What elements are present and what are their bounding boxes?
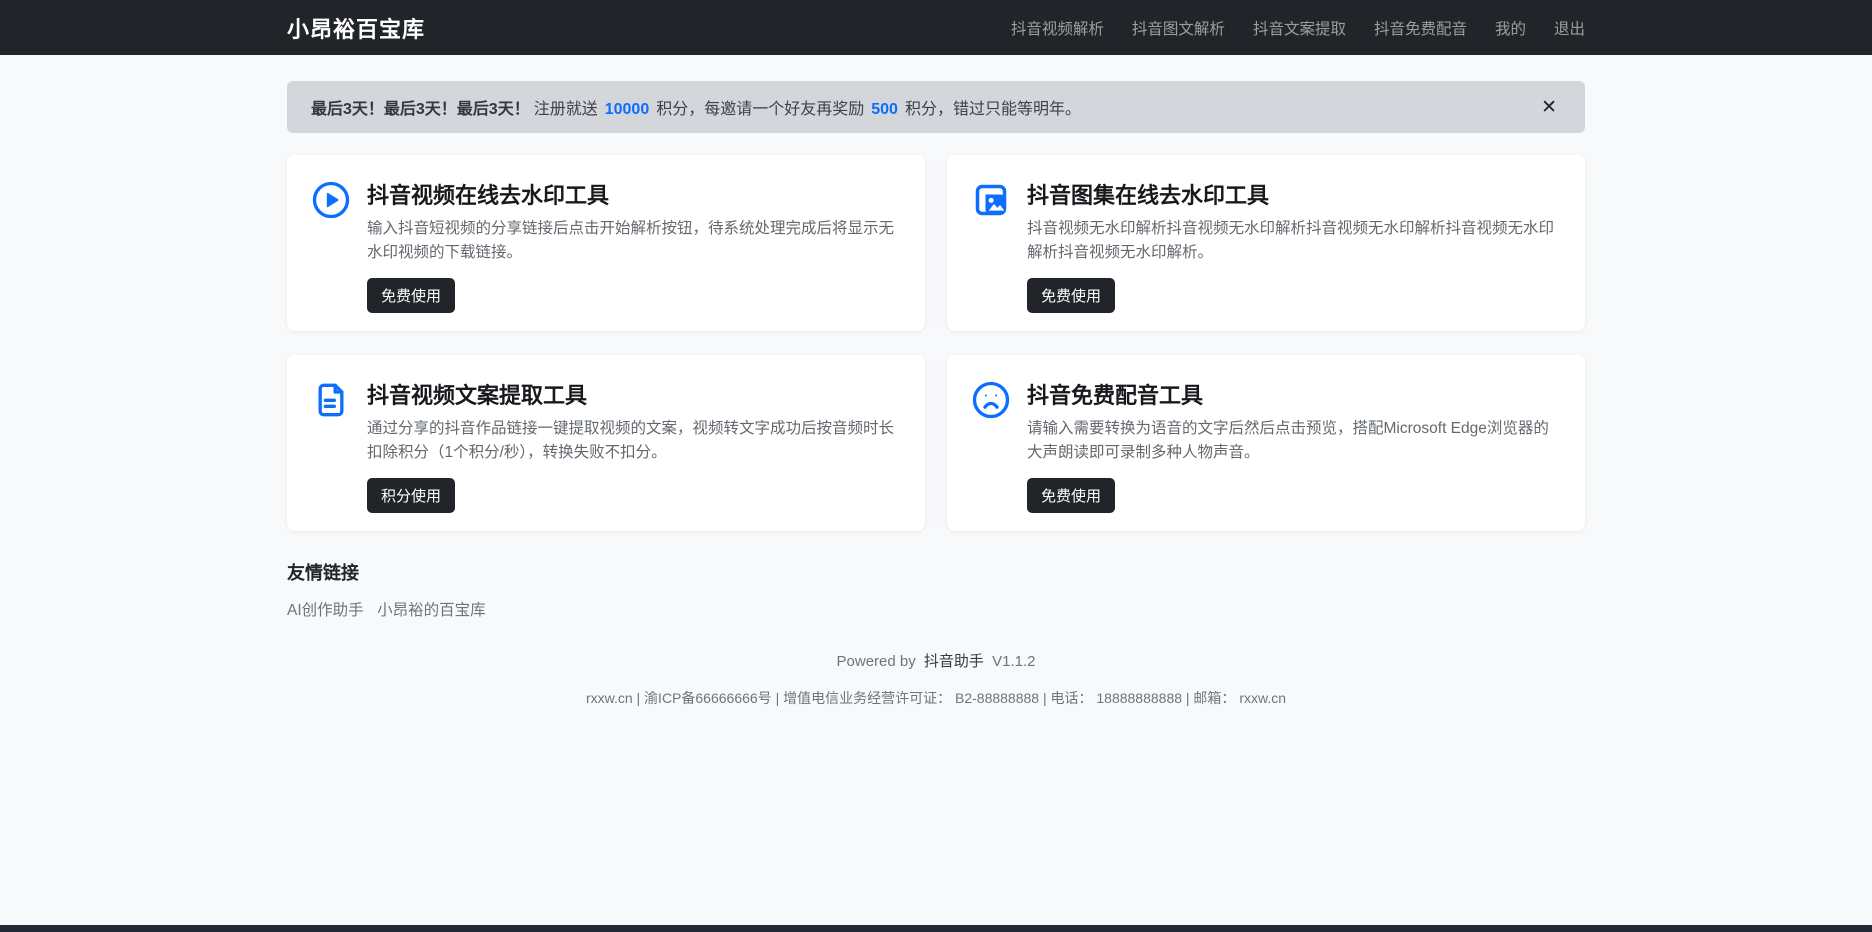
card-description: 通过分享的抖音作品链接一键提取视频的文案，视频转文字成功后按音频时长扣除积分（1… — [367, 420, 895, 462]
banner-end-text: 积分，错过只能等明年。 — [904, 101, 1081, 118]
banner-mid-text: 积分，每邀请一个好友再奖励 — [656, 101, 865, 118]
nav-item-copy-extract[interactable]: 抖音文案提取 — [1253, 17, 1346, 39]
free-use-button[interactable]: 免费使用 — [1027, 278, 1116, 314]
card-copy-extract: 抖音视频文案提取工具 通过分享的抖音作品链接一键提取视频的文案，视频转文字成功后… — [287, 355, 925, 532]
nav-item-free-dub[interactable]: 抖音免费配音 — [1374, 17, 1467, 39]
window-bottom-edge — [0, 925, 1872, 932]
card-description: 请输入需要转换为语音的文字后然后点击预览，搭配Microsoft Edge浏览器… — [1027, 420, 1549, 462]
banner-invite-points: 500 — [871, 101, 898, 118]
brand-title[interactable]: 小昂裕百宝库 — [287, 12, 425, 44]
nav-item-video-parse[interactable]: 抖音视频解析 — [1011, 17, 1104, 39]
banner-bold-text: 最后3天！最后3天！最后3天！ — [311, 101, 530, 118]
friend-link-ai-assistant[interactable]: AI创作助手 — [287, 602, 364, 619]
friend-link-treasure[interactable]: 小昂裕的百宝库 — [377, 602, 486, 619]
banner-register-text: 注册就送 — [533, 101, 598, 118]
nav-item-my[interactable]: 我的 — [1495, 17, 1526, 39]
card-free-dub: 抖音免费配音工具 请输入需要转换为语音的文字后然后点击预览，搭配Microsof… — [947, 355, 1585, 532]
card-image-watermark: 抖音图集在线去水印工具 抖音视频无水印解析抖音视频无水印解析抖音视频无水印解析抖… — [947, 155, 1585, 332]
card-video-watermark: 抖音视频在线去水印工具 输入抖音短视频的分享链接后点击开始解析按钮，待系统处理完… — [287, 155, 925, 332]
friend-links-section: 友情链接 AI创作助手 小昂裕的百宝库 — [287, 559, 1585, 620]
page: 小昂裕百宝库 抖音视频解析 抖音图文解析 抖音文案提取 抖音免费配音 我的 退出… — [0, 0, 1872, 932]
footer-icp-line: rxxw.cn | 渝ICP备66666666号 | 增值电信业务经营许可证： … — [585, 690, 1287, 707]
card-description: 输入抖音短视频的分享链接后点击开始解析按钮，待系统处理完成后将显示无水印视频的下… — [367, 220, 895, 262]
navbar: 小昂裕百宝库 抖音视频解析 抖音图文解析 抖音文案提取 抖音免费配音 我的 退出 — [0, 0, 1872, 55]
nav-links: 抖音视频解析 抖音图文解析 抖音文案提取 抖音免费配音 我的 退出 — [983, 17, 1585, 39]
powered-prefix: Powered by — [836, 653, 916, 671]
card-title: 抖音免费配音工具 — [1027, 383, 1204, 409]
banner-text: 最后3天！最后3天！最后3天！ 注册就送 10000 积分，每邀请一个好友再奖励 500… — [311, 95, 1081, 119]
free-use-button[interactable]: 免费使用 — [1027, 478, 1116, 514]
card-title: 抖音图集在线去水印工具 — [1027, 183, 1270, 208]
friend-links-title: 友情链接 — [287, 563, 359, 584]
play-circle-icon — [311, 180, 351, 220]
powered-version: V1.1.2 — [992, 653, 1036, 671]
points-use-button[interactable]: 积分使用 — [367, 478, 456, 514]
powered-by-line: Powered by 抖音助手 V1.1.2 — [0, 650, 1872, 671]
images-icon — [971, 180, 1011, 220]
tools-grid: 抖音视频在线去水印工具 输入抖音短视频的分享链接后点击开始解析按钮，待系统处理完… — [287, 155, 1585, 532]
free-use-button[interactable]: 免费使用 — [367, 278, 456, 314]
powered-link[interactable]: 抖音助手 — [924, 653, 984, 670]
card-title: 抖音视频文案提取工具 — [367, 383, 588, 409]
card-description: 抖音视频无水印解析抖音视频无水印解析抖音视频无水印解析抖音视频无水印解析抖音视频… — [1027, 220, 1555, 262]
document-text-icon — [311, 380, 351, 420]
frown-face-icon — [971, 380, 1011, 420]
promo-banner: 最后3天！最后3天！最后3天！ 注册就送 10000 积分，每邀请一个好友再奖励 500… — [287, 81, 1585, 133]
card-title: 抖音视频在线去水印工具 — [367, 183, 610, 208]
nav-item-image-parse[interactable]: 抖音图文解析 — [1132, 17, 1225, 39]
nav-item-logout[interactable]: 退出 — [1554, 17, 1585, 39]
close-icon[interactable]: ✕ — [1537, 96, 1561, 119]
banner-register-points: 10000 — [604, 101, 650, 118]
